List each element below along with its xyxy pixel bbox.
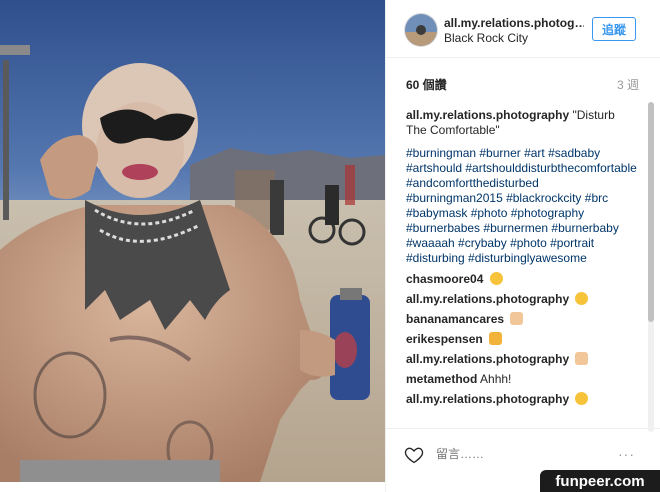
watermark-logo: funpeer.com (540, 470, 660, 492)
comment-username[interactable]: all.my.relations.photography (406, 392, 569, 406)
caption-hashtags[interactable]: #burningman #burner #art #sadbaby #artsh… (406, 146, 638, 266)
comment-item: erikespensen (406, 332, 638, 347)
comment-username[interactable]: all.my.relations.photography (406, 292, 569, 306)
comment-item: all.my.relations.photography (406, 352, 638, 367)
more-options-icon[interactable]: ··· (618, 446, 635, 462)
photo-image (0, 0, 385, 482)
likes-count[interactable]: 60 個讚 (406, 76, 447, 93)
grimace-emoji-icon (575, 292, 589, 305)
comments-scrollbar[interactable] (648, 102, 654, 432)
ok-hand-emoji-icon (489, 332, 503, 345)
heart-icon[interactable] (404, 445, 424, 465)
comment-item: all.my.relations.photography (406, 292, 638, 307)
post-username[interactable]: all.my.relations.photog… (444, 16, 584, 30)
post-header: all.my.relations.photog… Black Rock City… (386, 0, 660, 58)
thumbs-up-emoji-icon (575, 352, 589, 365)
post-time[interactable]: 3 週 (617, 76, 639, 93)
comment-item: metamethod Ahhh! (406, 372, 638, 387)
scrollbar-thumb[interactable] (648, 102, 654, 322)
wink-emoji-icon (575, 392, 589, 405)
caption: all.my.relations.photography "Disturb Th… (406, 108, 638, 138)
post-meta: 60 個讚 3 週 (406, 76, 639, 94)
caption-username[interactable]: all.my.relations.photography (406, 108, 569, 122)
avatar[interactable] (404, 13, 438, 47)
comment-item: bananamancares (406, 312, 638, 327)
post-location[interactable]: Black Rock City (444, 31, 528, 45)
comment-item: all.my.relations.photography (406, 392, 638, 407)
comment-username[interactable]: bananamancares (406, 312, 504, 326)
follow-button[interactable]: 追蹤 (592, 17, 636, 41)
post-photo[interactable] (0, 0, 385, 482)
raised-hands-emoji-icon (510, 312, 524, 325)
post-sidebar: all.my.relations.photog… Black Rock City… (385, 0, 660, 492)
comment-username[interactable]: chasmoore04 (406, 272, 483, 286)
sunglasses-emoji-icon (489, 272, 503, 285)
comment-username[interactable]: all.my.relations.photography (406, 352, 569, 366)
comment-input[interactable] (434, 443, 608, 465)
comments-list: all.my.relations.photography "Disturb Th… (406, 108, 638, 424)
comment-text: Ahhh! (480, 372, 512, 386)
comment-username[interactable]: erikespensen (406, 332, 483, 346)
comment-item: chasmoore04 (406, 272, 638, 287)
comment-username[interactable]: metamethod (406, 372, 477, 386)
